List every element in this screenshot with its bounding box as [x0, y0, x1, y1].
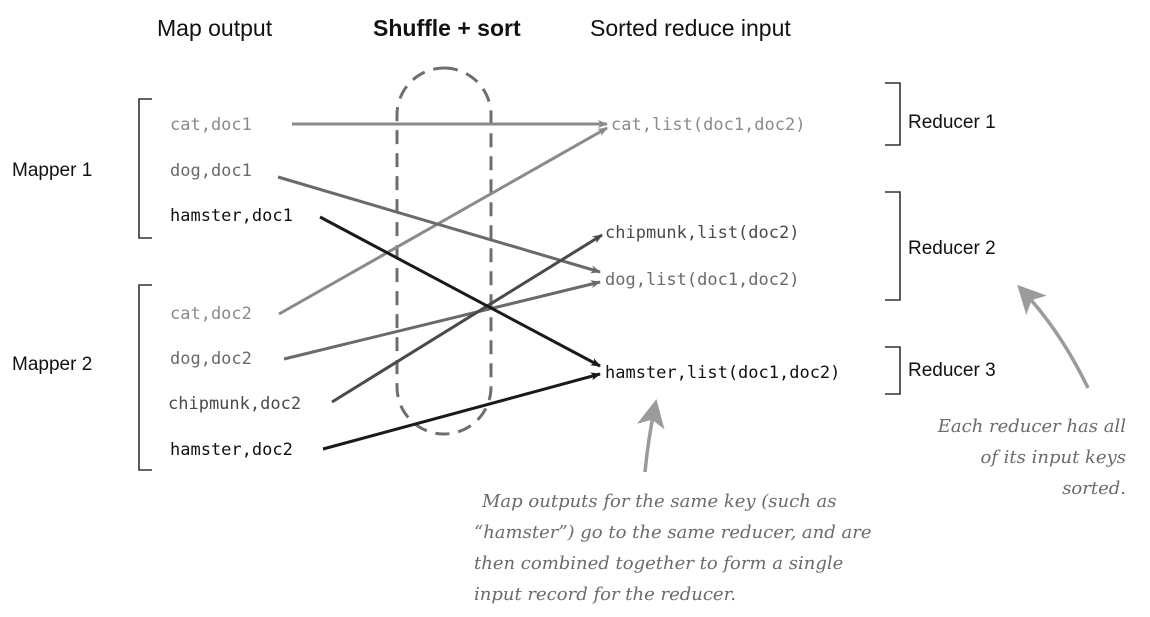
reduce-input-chipmunk: chipmunk,list(doc2) — [605, 223, 799, 243]
edge-dog-doc1-to-dog — [277, 175, 601, 274]
map-record-dog-doc2: dog,doc2 — [170, 349, 252, 369]
reducer-1-bracket — [885, 82, 901, 146]
callout-arrow-right — [1017, 284, 1090, 389]
mapper-2-label: Mapper 2 — [12, 354, 92, 375]
mapper-2-bracket — [138, 284, 152, 471]
callout-arrow-center — [637, 399, 665, 473]
right-note-line-1: Each reducer has all — [937, 416, 1126, 437]
reducer-1-label: Reducer 1 — [908, 112, 996, 133]
center-note-line-4: input record for the reducer. — [474, 584, 736, 605]
edge-dog-doc2-to-dog — [283, 280, 601, 361]
center-note-line-3: then combined together to form a single — [474, 553, 843, 574]
reducer-2-bracket — [885, 191, 901, 301]
reduce-input-dog: dog,list(doc1,doc2) — [605, 270, 799, 290]
right-note-line-2: of its input keys — [980, 447, 1126, 468]
mapper-1-bracket — [138, 98, 152, 239]
header-sorted-reduce-input: Sorted reduce input — [590, 15, 791, 41]
map-record-cat-doc1: cat,doc1 — [170, 115, 252, 135]
reducer-2-label: Reducer 2 — [908, 238, 996, 259]
mapper-1-label: Mapper 1 — [12, 160, 92, 181]
center-note-line-2: “hamster”) go to the same reducer, and a… — [474, 522, 872, 543]
map-record-dog-doc1: dog,doc1 — [170, 161, 252, 181]
map-record-chipmunk-doc2: chipmunk,doc2 — [168, 394, 301, 414]
map-record-hamster-doc1: hamster,doc1 — [170, 206, 293, 226]
center-note-line-1: Map outputs for the same key (such as — [481, 491, 836, 512]
map-record-hamster-doc2: hamster,doc2 — [170, 440, 293, 460]
header-shuffle-sort: Shuffle + sort — [373, 15, 521, 41]
reducer-3-bracket — [885, 346, 901, 395]
reduce-input-hamster: hamster,list(doc1,doc2) — [605, 363, 840, 383]
edge-hamster-doc2-to-hamster — [322, 372, 601, 451]
reduce-input-cat: cat,list(doc1,doc2) — [611, 115, 805, 135]
reducer-3-label: Reducer 3 — [908, 360, 996, 381]
right-note-line-3: sorted. — [1062, 478, 1126, 499]
header-map-output: Map output — [157, 15, 273, 41]
map-record-cat-doc2: cat,doc2 — [170, 304, 252, 324]
mapreduce-shuffle-diagram: Map output Shuffle + sort Sorted reduce … — [12, 15, 1126, 605]
